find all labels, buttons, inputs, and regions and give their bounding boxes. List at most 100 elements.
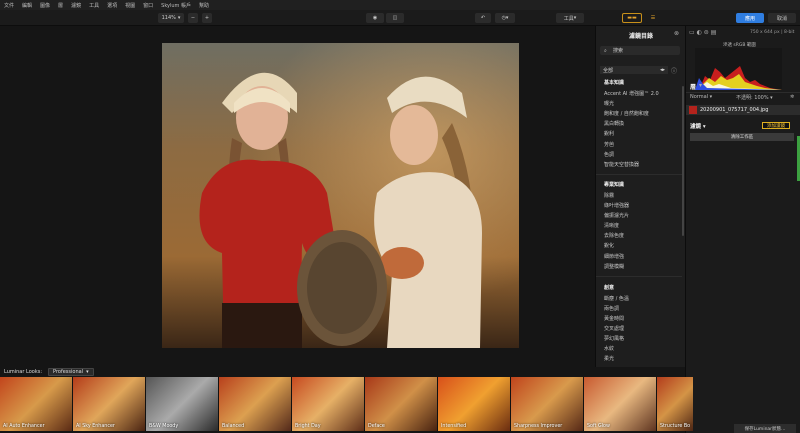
add-filter-label: 添加濾鏡 xyxy=(767,123,785,129)
image-dimensions: 750 x 644 px | 8-bit xyxy=(750,30,795,35)
look-thumbnail[interactable]: B&W Moody xyxy=(146,377,218,431)
filter-item[interactable]: 調整模糊 xyxy=(604,263,624,270)
chevron-down-icon: ▾ xyxy=(573,15,577,21)
image-canvas[interactable] xyxy=(0,26,595,367)
filter-item[interactable]: 曝光 xyxy=(604,100,614,107)
looks-label: Luminar Looks: xyxy=(4,369,43,375)
undo-button[interactable]: ↶ xyxy=(475,13,491,23)
adjust-toggle[interactable]: ☰ xyxy=(646,13,660,23)
look-thumbnail[interactable]: AI Auto Enhancer xyxy=(0,377,72,431)
look-label: Structure Bo xyxy=(660,424,691,429)
undo-icon: ↶ xyxy=(480,15,486,21)
look-thumbnail[interactable]: Structure Bo xyxy=(657,377,693,431)
look-label: B&W Moody xyxy=(149,424,179,429)
filter-item[interactable]: 銳化 xyxy=(604,242,614,249)
add-filter-button[interactable]: 添加濾鏡 xyxy=(762,122,790,129)
catalog-scrollbar[interactable] xyxy=(682,86,684,236)
filter-item[interactable]: 兩色調 xyxy=(604,305,619,312)
filter-item[interactable]: 夢幻風格 xyxy=(604,335,624,342)
filter-item[interactable]: 水紋 xyxy=(604,345,614,352)
cancel-button[interactable]: 取消 xyxy=(768,13,796,23)
filter-item[interactable]: 色調 xyxy=(604,151,614,158)
info-icon[interactable]: ⓘ xyxy=(671,66,677,75)
histogram-icon[interactable]: ▭ xyxy=(689,29,695,36)
menu-options[interactable]: 選項 xyxy=(107,2,117,9)
photo-illustration xyxy=(162,43,519,348)
menu-filter[interactable]: 濾鏡 xyxy=(71,2,81,9)
look-label: Intensified xyxy=(441,424,467,429)
filter-item[interactable]: 黑白轉換 xyxy=(604,120,624,127)
section-creative: 創意 xyxy=(604,285,615,291)
filter-item[interactable]: 飽和度 / 自然飽和度 xyxy=(604,110,649,117)
catalog-category-select[interactable]: 全部 ◂▸ xyxy=(600,66,668,74)
filter-item[interactable]: 偏振濾光片 xyxy=(604,212,629,219)
looks-strip: AI Auto Enhancer AI Sky Enhancer B&W Moo… xyxy=(0,377,693,431)
looks-category-select[interactable]: Professional ▾ xyxy=(48,368,94,376)
look-thumbnail[interactable]: Sharpness Improver xyxy=(511,377,583,431)
filter-item[interactable]: 智能天空替換器 xyxy=(604,161,639,168)
clock-icon: ◷▾ xyxy=(501,15,509,21)
menu-layer[interactable]: 層 xyxy=(58,2,63,9)
look-thumbnail[interactable]: Deface xyxy=(365,377,437,431)
menu-edit[interactable]: 編輯 xyxy=(22,2,32,9)
filter-item[interactable]: 細節增強 xyxy=(604,253,624,260)
history-button[interactable]: ◷▾ xyxy=(495,13,515,23)
divider xyxy=(596,276,682,277)
menu-file[interactable]: 文件 xyxy=(4,2,14,9)
compare-icon: ◫ xyxy=(392,15,398,21)
layer-add-icon[interactable]: ▾ xyxy=(699,82,702,89)
filter-item[interactable]: 綠叶增強器 xyxy=(604,202,629,209)
look-thumbnail[interactable]: Soft Glow xyxy=(584,377,656,431)
apply-button[interactable]: 應用 xyxy=(736,13,764,23)
menu-account[interactable]: Skylum 帳戶 xyxy=(161,2,191,9)
info-icon[interactable]: ◐ xyxy=(697,29,702,36)
filter-item[interactable]: 交叉處理 xyxy=(604,325,624,332)
close-icon[interactable]: ⊗ xyxy=(674,30,679,37)
gear-icon[interactable]: ✲ xyxy=(790,94,794,100)
tools-dropdown[interactable]: 工具 ▾ xyxy=(556,13,584,23)
sliders-icon: ☰ xyxy=(650,15,656,21)
section-basic: 基本知識 xyxy=(604,80,625,86)
filter-item[interactable]: 斷塵 / 色溫 xyxy=(604,295,629,302)
filter-item[interactable]: 除霧 xyxy=(604,192,614,199)
zoom-in-button[interactable]: + xyxy=(202,13,212,23)
look-thumbnail[interactable]: Bright Day xyxy=(292,377,364,431)
save-luminar-state-button[interactable]: 保存Luminar狀態... xyxy=(734,424,796,433)
filter-item[interactable]: 清晰度 xyxy=(604,222,619,229)
menu-image[interactable]: 圖像 xyxy=(40,2,50,9)
menu-help[interactable]: 幫助 xyxy=(199,2,209,9)
catalog-search-input[interactable]: ⌕ 搜索 xyxy=(600,46,680,55)
blend-mode-select[interactable]: Normal ▾ xyxy=(690,94,712,100)
layers-title: 層 xyxy=(690,82,696,91)
look-label: Balanced xyxy=(222,424,245,429)
preview-eye-button[interactable]: ◉ xyxy=(366,13,384,23)
look-thumbnail[interactable]: AI Sky Enhancer xyxy=(73,377,145,431)
menu-window[interactable]: 窗口 xyxy=(143,2,153,9)
menu-tools[interactable]: 工具 xyxy=(89,2,99,9)
layer-name: 20200901_075717_004.jpg xyxy=(700,107,769,113)
menu-view[interactable]: 視圖 xyxy=(125,2,135,9)
settings-icon[interactable]: ▤ xyxy=(711,29,717,36)
right-panel: 750 x 644 px | 8-bit ▭ ◐ ⊜ ▤ 滲透 sRGB 範圍 … xyxy=(685,26,800,433)
filter-item[interactable]: 柔光 xyxy=(604,355,614,362)
look-thumbnail[interactable]: Balanced xyxy=(219,377,291,431)
filters-title: 濾鏡 ▾ xyxy=(690,124,706,130)
opacity-control[interactable]: 不透明: 100% ▾ xyxy=(736,94,773,101)
filter-item[interactable]: Accent AI 增強圖™ 2.0 xyxy=(604,90,659,97)
zoom-out-button[interactable]: − xyxy=(188,13,198,23)
layers-icon[interactable]: ⊜ xyxy=(704,29,709,36)
looks-bar: Luminar Looks: Professional ▾ xyxy=(0,367,685,377)
look-label: Bright Day xyxy=(295,424,321,429)
look-thumbnail[interactable]: Intensified xyxy=(438,377,510,431)
compare-button[interactable]: ◫ xyxy=(386,13,404,23)
clear-workspace-button[interactable]: 清除工作區 xyxy=(690,133,794,141)
layers-toggle[interactable]: ▬▬ xyxy=(622,13,642,23)
layer-row[interactable]: 20200901_075717_004.jpg xyxy=(686,105,800,115)
look-label: AI Sky Enhancer xyxy=(76,424,115,429)
filter-item[interactable]: 黃金時間 xyxy=(604,315,624,322)
filter-item[interactable]: 去除色度 xyxy=(604,232,624,239)
filter-item[interactable]: 芳芭 xyxy=(604,141,614,148)
zoom-select[interactable]: 114% ▾ xyxy=(158,13,184,23)
save-label: 保存Luminar狀態... xyxy=(744,426,786,432)
filter-item[interactable]: 銳利 xyxy=(604,130,614,137)
